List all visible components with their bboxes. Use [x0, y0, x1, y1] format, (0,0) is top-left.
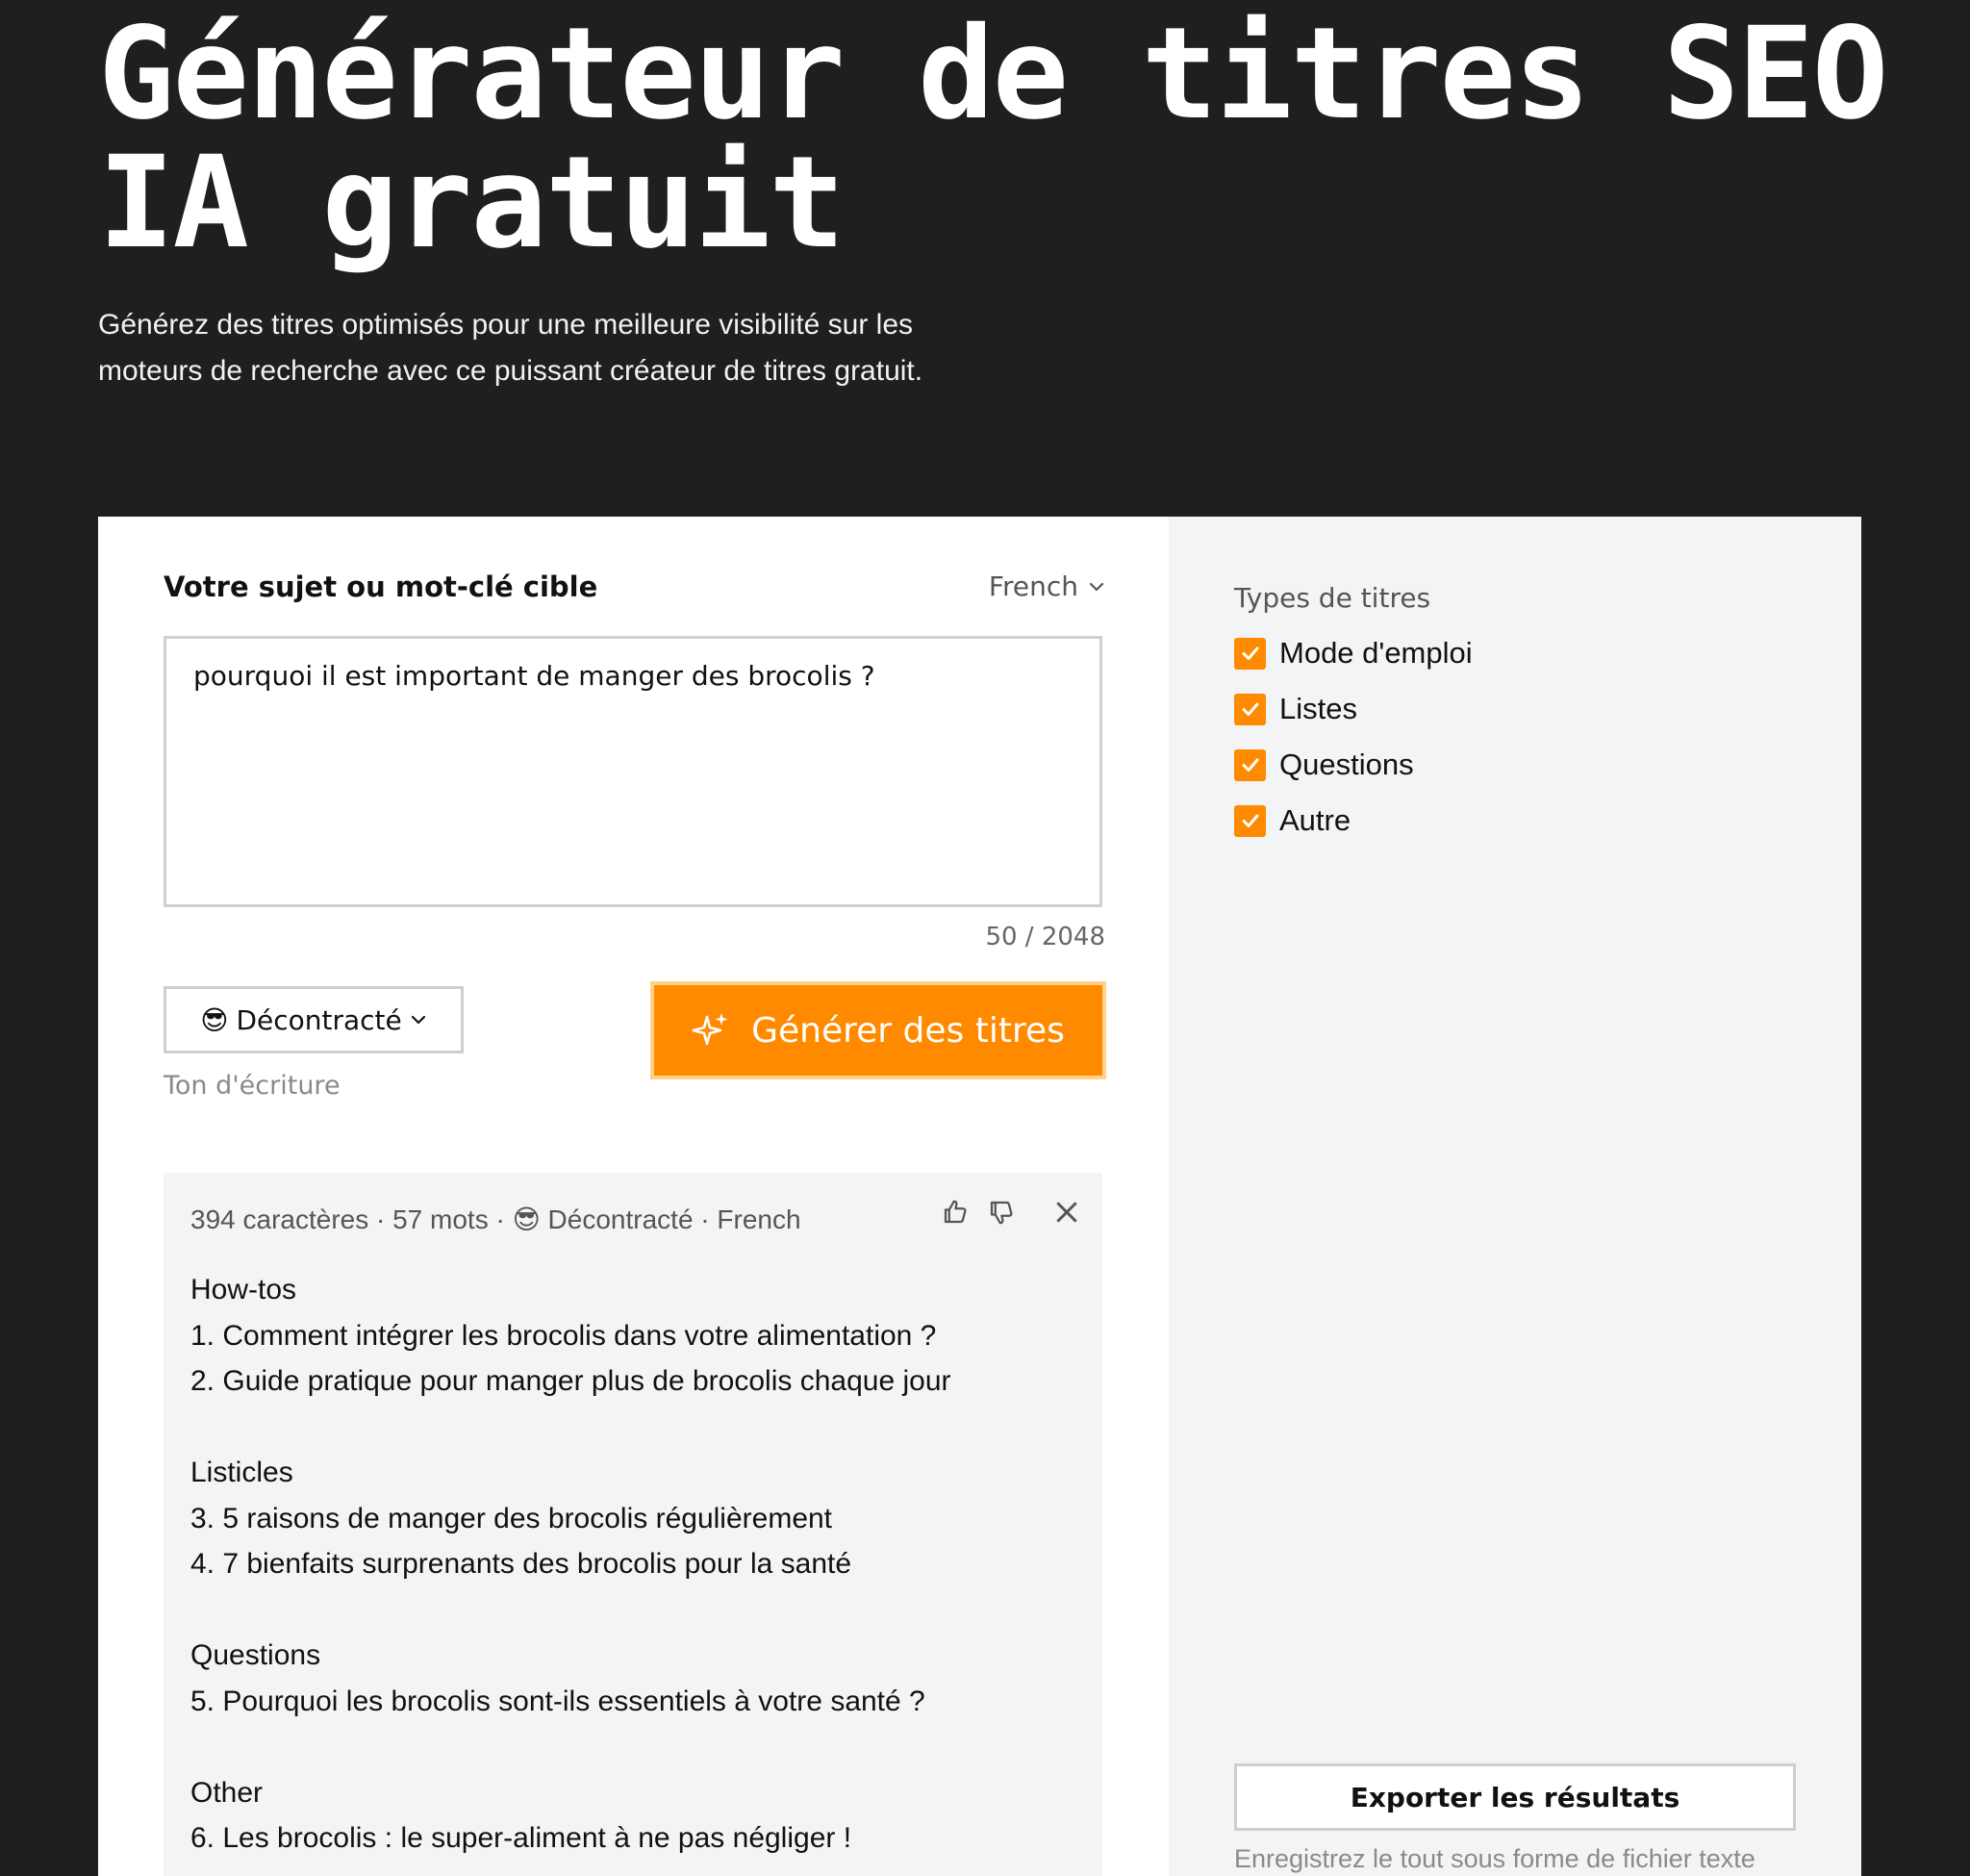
- tone-value: Décontracté: [236, 1003, 402, 1036]
- page-title: Générateur de titres SEO IA gratuit: [98, 0, 1888, 277]
- type-label: Mode d'emploi: [1279, 636, 1473, 670]
- check-icon: [1242, 814, 1258, 827]
- topic-label: Votre sujet ou mot-clé cible: [164, 570, 598, 603]
- result-title: 4. 7 bienfaits surprenants des brocolis …: [190, 1548, 852, 1580]
- result-title: 5. Pourquoi les brocolis sont-ils essent…: [190, 1685, 925, 1717]
- check-icon: [1242, 646, 1258, 660]
- checkbox-checked[interactable]: [1234, 748, 1266, 781]
- tone-caption: Ton d'écriture: [164, 1071, 341, 1101]
- results-heading: Listicles: [190, 1457, 293, 1488]
- result-title: 3. 5 raisons de manger des brocolis régu…: [190, 1502, 833, 1534]
- check-icon: [1242, 758, 1258, 772]
- thumbs-up-icon[interactable]: [941, 1198, 970, 1227]
- title-types-panel: Types de titres Mode d'emploi Listes Que…: [1169, 517, 1861, 1876]
- chevron-down-icon: [411, 1015, 425, 1025]
- type-checkbox-other[interactable]: Autre: [1234, 803, 1351, 838]
- checkbox-checked[interactable]: [1234, 804, 1266, 837]
- results-list: How-tos 1. Comment intégrer les brocolis…: [190, 1267, 1075, 1862]
- results-meta: 394 caractères · 57 mots · 😎 Décontracté…: [190, 1204, 801, 1234]
- export-results-button[interactable]: Exporter les résultats: [1234, 1763, 1796, 1831]
- generate-titles-button[interactable]: Générer des titres: [650, 981, 1106, 1079]
- results-heading: Questions: [190, 1639, 321, 1671]
- tone-select[interactable]: 😎 Décontracté: [164, 986, 464, 1053]
- type-checkbox-how-to[interactable]: Mode d'emploi: [1234, 636, 1473, 671]
- character-count: 50 / 2048: [985, 923, 1105, 951]
- checkbox-checked[interactable]: [1234, 693, 1266, 725]
- results-panel: 394 caractères · 57 mots · 😎 Décontracté…: [164, 1173, 1102, 1876]
- type-checkbox-lists[interactable]: Listes: [1234, 692, 1357, 726]
- results-heading: How-tos: [190, 1274, 297, 1306]
- type-label: Questions: [1279, 748, 1414, 781]
- type-checkbox-questions[interactable]: Questions: [1234, 748, 1414, 782]
- close-icon[interactable]: [1052, 1198, 1081, 1227]
- type-label: Autre: [1279, 803, 1351, 837]
- type-label: Listes: [1279, 692, 1357, 725]
- result-title: 6. Les brocolis : le super-aliment à ne …: [190, 1822, 852, 1854]
- results-heading: Other: [190, 1776, 264, 1809]
- check-icon: [1242, 702, 1258, 716]
- thumbs-down-icon[interactable]: [987, 1198, 1016, 1227]
- language-select[interactable]: French: [989, 570, 1105, 602]
- generate-button-label: Générer des titres: [751, 1010, 1065, 1051]
- export-caption: Enregistrez le tout sous forme de fichie…: [1234, 1844, 1755, 1873]
- generator-form-panel: Votre sujet ou mot-clé cible French 50 /…: [98, 517, 1169, 1876]
- tone-emoji: 😎: [200, 1003, 229, 1036]
- result-title: 2. Guide pratique pour manger plus de br…: [190, 1365, 951, 1397]
- page-subtitle: Générez des titres optimisés pour une me…: [98, 309, 923, 387]
- topic-input[interactable]: [164, 636, 1102, 907]
- result-title: 1. Comment intégrer les brocolis dans vo…: [190, 1319, 937, 1352]
- language-value: French: [988, 570, 1078, 602]
- sparkles-icon: [692, 1013, 728, 1046]
- chevron-down-icon: [1089, 582, 1104, 591]
- title-types-heading: Types de titres: [1234, 582, 1431, 614]
- checkbox-checked[interactable]: [1234, 637, 1266, 670]
